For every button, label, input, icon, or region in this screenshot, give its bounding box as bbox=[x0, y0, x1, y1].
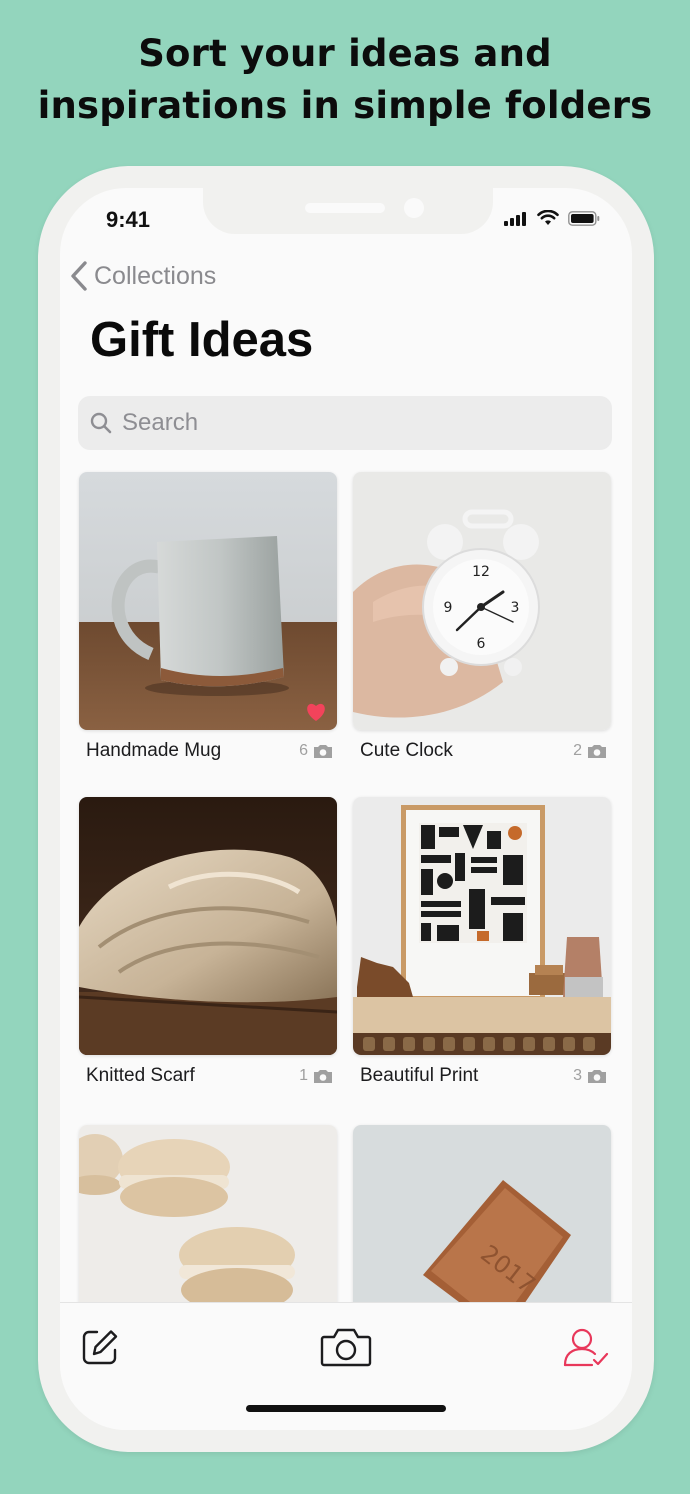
card-photo-clock[interactable]: 12 3 6 9 bbox=[353, 472, 611, 730]
photo-count-value: 2 bbox=[573, 742, 582, 759]
front-camera bbox=[404, 198, 424, 218]
headline: Sort your ideas and inspirations in simp… bbox=[0, 28, 690, 132]
back-label: Collections bbox=[94, 261, 217, 290]
camera-small-icon bbox=[314, 744, 332, 758]
collection-card[interactable]: Handmade Mug 6 bbox=[79, 472, 337, 762]
svg-text:3: 3 bbox=[511, 600, 520, 616]
status-icons bbox=[504, 210, 600, 226]
compose-icon[interactable] bbox=[80, 1327, 120, 1367]
chevron-left-icon bbox=[71, 261, 87, 291]
card-photo-print[interactable] bbox=[353, 797, 611, 1055]
search-input[interactable]: Search bbox=[78, 396, 612, 450]
svg-text:12: 12 bbox=[472, 564, 490, 580]
card-title: Beautiful Print bbox=[360, 1065, 479, 1086]
tab-bar bbox=[60, 1302, 632, 1430]
photo-count-value: 3 bbox=[573, 1067, 582, 1084]
photo-count: 3 bbox=[573, 1067, 607, 1085]
collection-card[interactable]: Beautiful Print 3 bbox=[353, 797, 611, 1087]
headline-line-2: inspirations in simple folders bbox=[37, 84, 653, 127]
speaker bbox=[305, 203, 385, 213]
photo-count-value: 6 bbox=[299, 742, 308, 759]
camera-icon[interactable] bbox=[320, 1327, 372, 1367]
card-title: Knitted Scarf bbox=[86, 1065, 195, 1086]
phone-screen: 9:41 Collections Gift Ideas Search Handm… bbox=[60, 188, 632, 1430]
battery-icon bbox=[568, 211, 600, 226]
card-photo-mug[interactable] bbox=[79, 472, 337, 730]
photo-count-value: 1 bbox=[299, 1067, 308, 1084]
camera-small-icon bbox=[588, 1069, 606, 1083]
card-title: Handmade Mug bbox=[86, 740, 222, 761]
page-title: Gift Ideas bbox=[90, 313, 314, 367]
svg-text:9: 9 bbox=[444, 600, 453, 616]
wifi-icon bbox=[537, 210, 559, 225]
collection-card[interactable]: Knitted Scarf 1 bbox=[79, 797, 337, 1087]
photo-count: 1 bbox=[299, 1067, 333, 1085]
favorite-heart-icon[interactable] bbox=[305, 702, 327, 722]
card-title: Cute Clock bbox=[360, 740, 453, 761]
card-photo-scarf[interactable] bbox=[79, 797, 337, 1055]
notch bbox=[203, 188, 493, 234]
photo-count: 6 bbox=[299, 742, 333, 760]
search-icon bbox=[90, 412, 112, 434]
camera-small-icon bbox=[588, 744, 606, 758]
home-indicator[interactable] bbox=[246, 1405, 446, 1412]
camera-small-icon bbox=[314, 1069, 332, 1083]
search-placeholder: Search bbox=[122, 409, 199, 436]
photo-count: 2 bbox=[573, 742, 607, 760]
phone-frame: 9:41 Collections Gift Ideas Search Handm… bbox=[38, 166, 654, 1452]
back-button[interactable]: Collections bbox=[70, 260, 216, 292]
signal-icon bbox=[504, 212, 526, 226]
collection-card[interactable]: 12 3 6 9 Cute Clock 2 bbox=[353, 472, 611, 762]
user-check-icon[interactable] bbox=[562, 1327, 610, 1369]
status-time: 9:41 bbox=[106, 207, 151, 232]
svg-text:6: 6 bbox=[477, 636, 486, 652]
headline-line-1: Sort your ideas and bbox=[138, 32, 552, 75]
